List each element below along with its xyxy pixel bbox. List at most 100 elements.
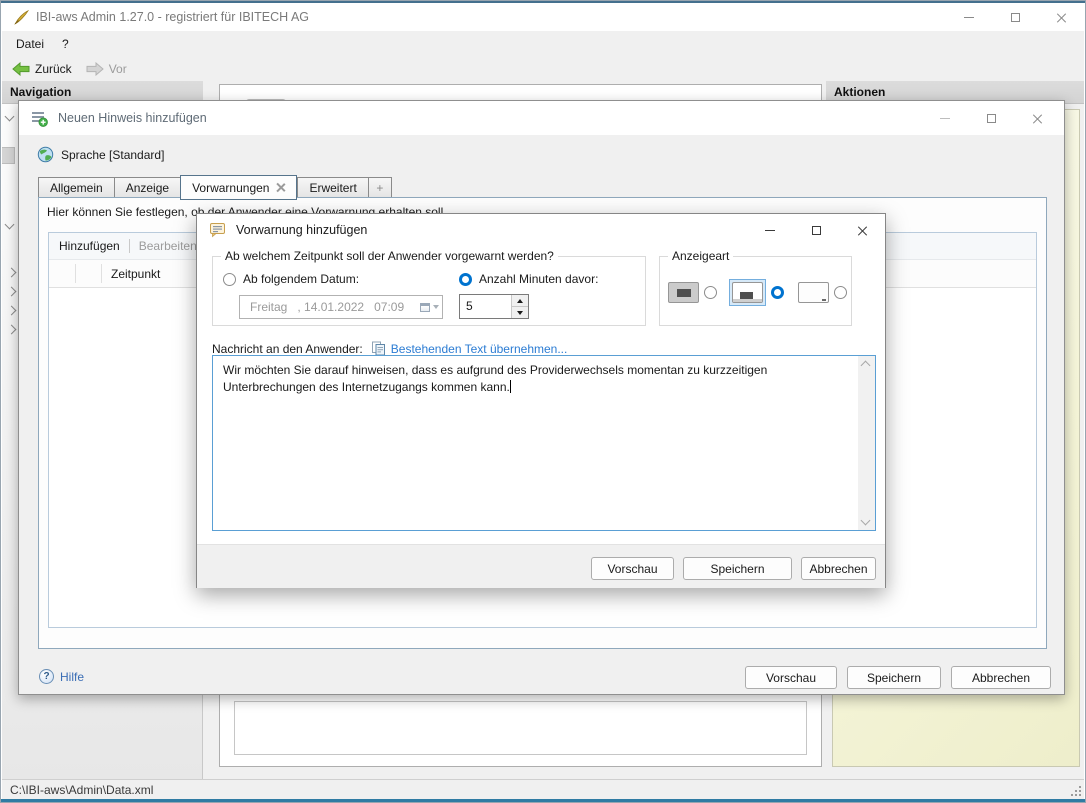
cancel-button[interactable]: Abbrechen <box>951 666 1051 689</box>
prewarn-dialog: Vorwarnung hinzufügen Ab welchem Zeitpun… <box>196 213 886 588</box>
main-titlebar: IBI-aws Admin 1.27.0 - registriert für I… <box>2 3 1084 31</box>
date-radio[interactable] <box>223 273 236 286</box>
back-button[interactable]: Zurück <box>5 60 79 78</box>
window-bottom-border <box>1 799 1085 802</box>
tree-selected-item[interactable] <box>2 147 15 164</box>
tree-collapsed-chevron-icon[interactable] <box>7 306 17 316</box>
display-fullscreen-icon[interactable] <box>668 282 699 303</box>
tree-expanded-chevron-icon[interactable] <box>5 220 15 230</box>
scroll-down-icon[interactable] <box>861 516 871 526</box>
prewarn-dialog-footer: Vorschau Speichern Abbrechen <box>197 544 885 588</box>
help-link[interactable]: ? Hilfe <box>39 669 84 684</box>
back-label: Zurück <box>35 62 72 76</box>
display-banner-selected[interactable] <box>729 279 766 306</box>
preview-button[interactable]: Vorschau <box>745 666 837 689</box>
spin-down-button[interactable] <box>512 306 528 318</box>
language-row[interactable]: Sprache [Standard] <box>37 146 164 163</box>
timing-groupbox: Ab welchem Zeitpunkt soll der Anwender v… <box>212 256 646 326</box>
prewarn-dialog-controls <box>747 216 885 244</box>
date-picker[interactable]: Freitag , 14.01.2022 07:09 <box>239 295 443 319</box>
maximize-button[interactable] <box>992 3 1038 31</box>
tree-collapsed-chevron-icon[interactable] <box>7 287 17 297</box>
statusbar: C:\IBI-aws\Admin\Data.xml <box>2 779 1084 799</box>
display-group-label: Anzeigeart <box>668 249 733 263</box>
cancel-button[interactable]: Abbrechen <box>801 557 876 580</box>
up-arrow-icon <box>517 299 523 303</box>
tree-collapsed-chevron-icon[interactable] <box>7 325 17 335</box>
minutes-radio[interactable] <box>459 273 472 286</box>
display-fullscreen-radio[interactable] <box>704 286 717 299</box>
copy-text-icon <box>371 341 386 356</box>
date-option-label: Ab folgendem Datum: <box>243 272 359 286</box>
tab-anzeige[interactable]: Anzeige <box>114 177 180 199</box>
close-button[interactable] <box>1038 3 1084 31</box>
close-button[interactable] <box>1014 104 1060 132</box>
date-time-value: 07:09 <box>364 300 404 314</box>
close-icon <box>1032 113 1043 124</box>
language-label: Sprache [Standard] <box>61 148 164 162</box>
column-divider <box>101 264 102 283</box>
list-add-button[interactable]: Hinzufügen <box>59 239 120 253</box>
minutes-option-label: Anzahl Minuten davor: <box>479 272 598 286</box>
display-banner-icon <box>732 282 763 303</box>
minimize-button[interactable] <box>946 3 992 31</box>
save-button[interactable]: Speichern <box>683 557 792 580</box>
calendar-dropdown-button[interactable] <box>416 296 442 318</box>
maximize-icon <box>812 226 821 235</box>
message-textarea[interactable]: Wir möchten Sie darauf hinweisen, dass e… <box>212 355 876 531</box>
display-window-radio[interactable] <box>834 286 847 299</box>
tree-collapsed-chevron-icon[interactable] <box>7 268 17 278</box>
message-label: Nachricht an den Anwender: <box>212 342 363 356</box>
display-banner-radio[interactable] <box>771 286 784 299</box>
menu-help[interactable]: ? <box>53 33 78 55</box>
spin-up-button[interactable] <box>512 295 528 306</box>
timing-group-label: Ab welchem Zeitpunkt soll der Anwender v… <box>221 249 558 263</box>
scroll-up-icon[interactable] <box>861 361 871 371</box>
canvas-inner-box <box>234 701 807 755</box>
resize-grip[interactable] <box>1069 784 1081 796</box>
notice-tabs: Allgemein Anzeige Vorwarnungen Erweitert… <box>38 175 392 199</box>
tab-add-button[interactable]: + <box>368 177 392 199</box>
close-button[interactable] <box>839 216 885 244</box>
date-date-value: , 14.01.2022 <box>287 300 364 314</box>
spinner-buttons <box>511 295 528 318</box>
back-arrow-icon <box>12 62 30 76</box>
list-edit-button[interactable]: Bearbeiten <box>139 239 197 253</box>
message-label-row: Nachricht an den Anwender: Bestehenden T… <box>212 341 567 356</box>
menu-datei[interactable]: Datei <box>7 33 53 55</box>
date-option-row: Ab folgendem Datum: <box>223 272 359 286</box>
minimize-icon <box>964 17 974 18</box>
tab-vorwarnungen[interactable]: Vorwarnungen <box>180 175 297 200</box>
tree-expanded-chevron-icon[interactable] <box>5 112 15 122</box>
main-toolbar: Zurück Vor <box>2 56 1084 81</box>
take-existing-text-link[interactable]: Bestehenden Text übernehmen... <box>391 342 568 356</box>
notice-dialog-controls <box>922 104 1060 132</box>
tab-close-icon[interactable] <box>276 183 285 192</box>
column-header-zeitpunkt[interactable]: Zeitpunkt <box>111 267 160 281</box>
message-text: Wir möchten Sie darauf hinweisen, dass e… <box>213 356 858 530</box>
dropdown-arrow-icon <box>433 305 439 309</box>
save-button[interactable]: Speichern <box>847 666 941 689</box>
maximize-button[interactable] <box>968 104 1014 132</box>
minimize-button[interactable] <box>747 216 793 244</box>
display-type-groupbox: Anzeigeart <box>659 256 852 326</box>
note-icon <box>209 222 226 238</box>
minimize-button[interactable] <box>922 104 968 132</box>
minimize-icon <box>765 230 775 231</box>
down-arrow-icon <box>517 311 523 315</box>
minutes-value[interactable]: 5 <box>460 295 511 318</box>
minutes-spinner: 5 <box>459 294 529 319</box>
text-caret <box>510 380 511 393</box>
tab-erweitert[interactable]: Erweitert <box>297 177 367 199</box>
forward-button[interactable]: Vor <box>79 60 134 78</box>
display-window-icon[interactable] <box>798 282 829 303</box>
close-icon <box>857 225 868 236</box>
maximize-icon <box>1011 13 1020 22</box>
window-title: IBI-aws Admin 1.27.0 - registriert für I… <box>36 10 309 24</box>
maximize-button[interactable] <box>793 216 839 244</box>
minimize-icon <box>940 118 950 119</box>
preview-button[interactable]: Vorschau <box>591 557 674 580</box>
tab-allgemein[interactable]: Allgemein <box>38 177 114 199</box>
vertical-scrollbar[interactable] <box>858 356 875 530</box>
maximize-icon <box>987 114 996 123</box>
